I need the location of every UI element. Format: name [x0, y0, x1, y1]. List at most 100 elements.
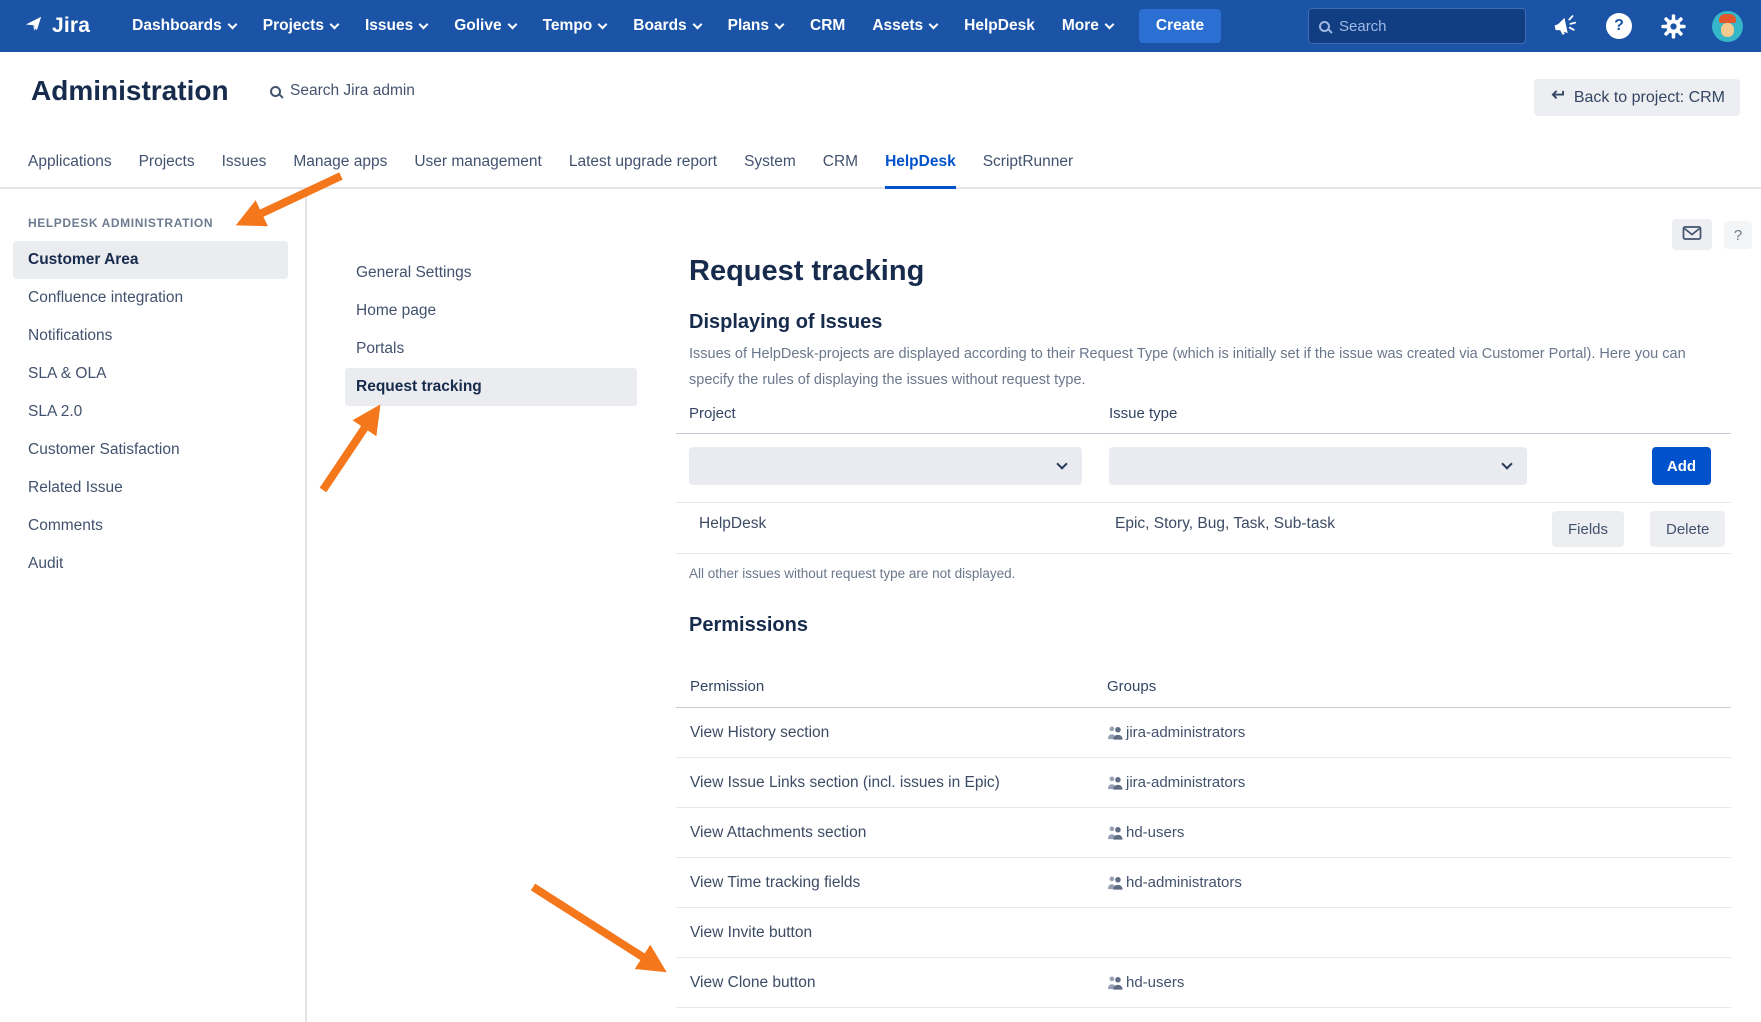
chevron-down-icon: [1056, 458, 1067, 469]
sidebar-item-notifications[interactable]: Notifications: [13, 317, 288, 355]
create-button[interactable]: Create: [1139, 9, 1221, 43]
displaying-of-issues-heading: Displaying of Issues: [689, 311, 882, 334]
group-name: hd-users: [1126, 824, 1184, 841]
nav-item-golive[interactable]: Golive: [454, 17, 515, 35]
nav-item-assets[interactable]: Assets: [872, 17, 937, 35]
tab-system[interactable]: System: [744, 153, 796, 189]
tab-projects[interactable]: Projects: [139, 153, 195, 189]
annotation-arrow-view-clone: [533, 887, 660, 968]
tab-scriptrunner[interactable]: ScriptRunner: [983, 153, 1073, 189]
group-icon: [1107, 875, 1124, 890]
admin-search-input[interactable]: [290, 82, 510, 100]
chevron-down-icon: [1501, 458, 1512, 469]
nav-item-plans[interactable]: Plans: [728, 17, 783, 35]
nav-item-tempo[interactable]: Tempo: [543, 17, 607, 35]
navbar-right: ?: [1308, 8, 1743, 44]
helpdesk-admin-sidebar: HELPDESK ADMINISTRATION Customer Area Co…: [0, 189, 307, 1022]
chevron-down-icon: [598, 19, 608, 29]
table-row: View History section jira-administrators: [676, 708, 1731, 758]
issue-types-cell: Epic, Story, Bug, Task, Sub-task: [1115, 515, 1335, 533]
table-row: View Attachments section hd-users: [676, 808, 1731, 858]
tab-helpdesk[interactable]: HelpDesk: [885, 153, 956, 189]
global-search-input[interactable]: [1339, 18, 1515, 35]
subnav-item-portals[interactable]: Portals: [345, 330, 637, 368]
sidebar-item-audit[interactable]: Audit: [13, 545, 288, 583]
row-divider: [676, 553, 1731, 554]
tab-crm[interactable]: CRM: [823, 153, 858, 189]
gear-icon[interactable]: [1658, 11, 1688, 41]
permission-column-label: Permission: [690, 678, 764, 695]
main-content: ? Request tracking Displaying of Issues …: [676, 189, 1761, 1022]
permission-cell: View Clone button: [676, 974, 1107, 992]
table-row: View Issue Links section (incl. issues i…: [676, 758, 1731, 808]
chevron-down-icon: [227, 19, 237, 29]
nav-item-issues[interactable]: Issues: [365, 17, 427, 35]
sidebar-item-related-issue[interactable]: Related Issue: [13, 469, 288, 507]
sidebar-section-title: HELPDESK ADMINISTRATION: [13, 211, 288, 235]
back-to-project-button[interactable]: Back to project: CRM: [1534, 79, 1740, 116]
megaphone-icon[interactable]: [1550, 11, 1580, 41]
subnav-item-general-settings[interactable]: General Settings: [345, 254, 637, 292]
nav-item-projects[interactable]: Projects: [263, 17, 338, 35]
group-icon: [1107, 775, 1124, 790]
issue-type-select[interactable]: [1109, 447, 1527, 485]
help-icon[interactable]: ?: [1604, 11, 1634, 41]
displaying-footnote: All other issues without request type ar…: [689, 566, 1015, 581]
chevron-down-icon: [692, 19, 702, 29]
admin-tabs: Applications Projects Issues Manage apps…: [0, 130, 1761, 189]
content-title: Request tracking: [689, 255, 924, 288]
search-icon: [1319, 21, 1330, 32]
page-title: Administration: [31, 75, 229, 107]
chevron-down-icon: [1104, 19, 1114, 29]
table-row: View Clone button hd-users: [676, 958, 1731, 1008]
return-arrow-icon: [1549, 89, 1566, 107]
add-button[interactable]: Add: [1652, 447, 1711, 485]
jira-logo-icon: [22, 12, 45, 40]
permission-cell: View Time tracking fields: [676, 874, 1107, 892]
group-icon: [1107, 825, 1124, 840]
nav-item-boards[interactable]: Boards: [633, 17, 700, 35]
chevron-down-icon: [507, 19, 517, 29]
tab-issues[interactable]: Issues: [222, 153, 267, 189]
sidebar-item-customer-satisfaction[interactable]: Customer Satisfaction: [13, 431, 288, 469]
customer-area-subnav: General Settings Home page Portals Reque…: [345, 189, 637, 406]
chevron-down-icon: [419, 19, 429, 29]
delete-button[interactable]: Delete: [1650, 511, 1725, 547]
group-name: jira-administrators: [1126, 724, 1245, 741]
permission-cell: View History section: [676, 724, 1107, 742]
nav-item-helpdesk[interactable]: HelpDesk: [964, 17, 1035, 35]
fields-button[interactable]: Fields: [1552, 511, 1624, 547]
sidebar-item-sla-ola[interactable]: SLA & OLA: [13, 355, 288, 393]
group-cell: hd-users: [1107, 974, 1184, 991]
group-name: hd-administrators: [1126, 874, 1242, 891]
global-search[interactable]: [1308, 8, 1526, 44]
tab-applications[interactable]: Applications: [28, 153, 112, 189]
subnav-item-request-tracking[interactable]: Request tracking: [345, 368, 637, 406]
sidebar-item-confluence-integration[interactable]: Confluence integration: [13, 279, 288, 317]
group-name: jira-administrators: [1126, 774, 1245, 791]
mail-button[interactable]: [1672, 219, 1712, 250]
tab-user-management[interactable]: User management: [414, 153, 542, 189]
subnav-item-home-page[interactable]: Home page: [345, 292, 637, 330]
sidebar-item-comments[interactable]: Comments: [13, 507, 288, 545]
admin-header: Administration Back to project: CRM: [0, 52, 1761, 130]
nav-item-crm[interactable]: CRM: [810, 17, 845, 35]
group-cell: hd-users: [1107, 824, 1184, 841]
project-select[interactable]: [689, 447, 1082, 485]
project-column-label: Project: [689, 405, 736, 422]
sidebar-item-sla-2-0[interactable]: SLA 2.0: [13, 393, 288, 431]
jira-logo[interactable]: Jira: [22, 12, 90, 40]
table-row: View Invite button: [676, 908, 1731, 958]
group-cell: jira-administrators: [1107, 774, 1245, 791]
tab-latest-upgrade-report[interactable]: Latest upgrade report: [569, 153, 717, 189]
displaying-description: Issues of HelpDesk-projects are displaye…: [689, 341, 1734, 393]
nav-item-dashboards[interactable]: Dashboards: [132, 17, 236, 35]
tab-manage-apps[interactable]: Manage apps: [293, 153, 387, 189]
user-avatar[interactable]: [1712, 11, 1743, 42]
chevron-down-icon: [929, 19, 939, 29]
table-row: View Time tracking fields hd-administrat…: [676, 858, 1731, 908]
nav-item-more[interactable]: More: [1062, 17, 1113, 35]
page-help-button[interactable]: ?: [1724, 221, 1752, 249]
admin-search[interactable]: [270, 82, 510, 100]
sidebar-item-customer-area[interactable]: Customer Area: [13, 241, 288, 279]
